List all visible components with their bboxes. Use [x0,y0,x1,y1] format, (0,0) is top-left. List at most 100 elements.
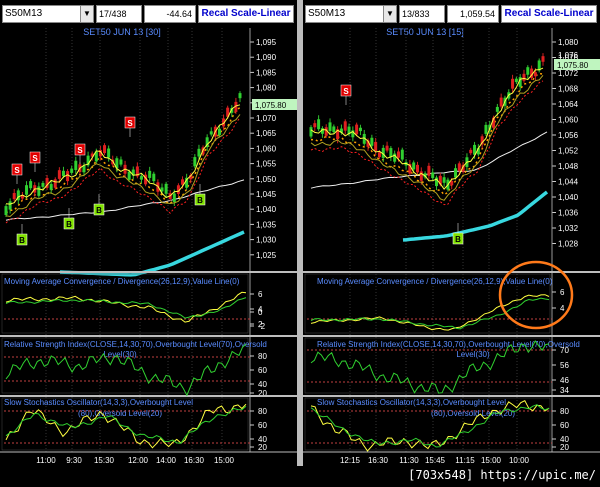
symbol-select-left[interactable]: S50M13 ▼ [2,5,94,23]
buy-signal-label: B [19,236,25,245]
chevron-down-icon[interactable]: ▼ [383,6,396,22]
symbol-value: S50M13 [308,8,346,19]
rsi-title-line: Level(30) [456,350,490,359]
time-tick-label: 12:00 [128,456,149,465]
time-tick-label: 15:00 [481,456,502,465]
candle-body [355,124,359,135]
price-tick-label: 1,060 [256,144,277,153]
candle-body [37,186,41,196]
sell-signal-label: S [14,166,20,175]
chart-canvas-right[interactable]: SET50 JUN 13 [15] 1,080 1,076 1,072 1,068 1,0… [303,0,600,466]
toolbar-left: S50M13 ▼ 17/438 -44.64 Recal Scale-Linea… [0,3,297,25]
candle-body [119,159,123,165]
candle-body [343,121,347,131]
subpanel-tick-label: 20 [560,443,569,452]
candle-body [25,185,29,195]
price-tick-label: 1,090 [256,53,277,62]
candle-body [469,149,473,154]
price-tick-label: 1,050 [256,175,277,184]
candle-body [385,145,389,151]
candle-body [70,168,74,173]
subpanel-tick-label: 80 [258,407,267,416]
macd-title-line: Moving Average Convergence / Divergence(… [317,277,553,286]
buy-signal-label: B [197,196,203,205]
sell-signal-label: S [77,146,83,155]
price-tick-label: 1,030 [256,236,277,245]
stoch-title-line: Slow Stochastics Oscillator(14,3,3),Over… [4,398,193,407]
buy-signal-label: B [455,235,461,244]
time-tick-label: 10:00 [509,456,530,465]
candle-body [374,141,378,151]
price-tick-label: 1,052 [558,147,579,156]
candle-body [172,193,176,202]
candle-body [389,148,393,158]
chart-canvas-left[interactable]: SET50 JUN 13 [30] 1,095 1,090 1,085 1,080 1,0… [0,0,297,466]
subpanel-tick-label: 6 [560,288,565,297]
rsi-title-line: Relative Strength Index(CLOSE,14,30,70),… [4,340,267,349]
macd-line [310,294,550,331]
candle-body [511,78,515,89]
candle-body [332,126,336,133]
chart-title: SET50 JUN 13 [15] [386,27,464,37]
time-tick-label: 12:15 [340,456,361,465]
time-tick-label: 9:30 [66,456,82,465]
subpanel-tick-label: 40 [258,380,267,389]
candle-body [454,168,458,178]
candle-body [127,171,131,180]
buy-signal-label: B [96,206,102,215]
recal-scale-button-left[interactable]: Recal Scale-Linear [198,5,294,23]
macd-signal-line [310,297,550,330]
footer: [703x548] https://upic.me/ [0,466,600,487]
time-tick-label: 11:15 [455,456,475,465]
price-tick-label: 1,040 [558,193,579,202]
bar-counter-right: 13/833 [399,5,445,23]
subpanel-tick-label: 60 [560,421,569,430]
time-tick-label: 11:00 [36,456,56,465]
price-tick-label: 1,028 [558,240,579,249]
candle-body [61,170,65,177]
candle-body [139,176,143,180]
candle-body [522,73,526,81]
candle-body [107,148,111,158]
rsi-title-line: Level(30) [103,350,137,359]
last-price-label: 1,075.80 [557,61,589,70]
candle-body [431,172,435,179]
price-readout-right: 1,059.54 [447,5,499,23]
sell-signal-label: S [127,119,133,128]
recal-scale-button-right[interactable]: Recal Scale-Linear [501,5,597,23]
candle-body [526,67,530,75]
subpanel-tick-label: 70 [560,346,569,355]
candle-body [49,184,53,190]
price-tick-label: 1,048 [558,162,579,171]
price-tick-label: 1,072 [558,69,579,78]
candle-body [309,127,313,137]
price-tick-label: 1,060 [558,116,579,125]
subpanel-tick-label: 60 [258,366,267,375]
candle-body [450,181,454,186]
price-tick-label: 1,044 [558,178,579,187]
subpanel-tick-label: 20 [258,443,267,452]
price-tick-label: 1,055 [256,160,277,169]
candle-body [377,152,381,158]
time-tick-label: 16:30 [184,456,205,465]
price-tick-label: 1,085 [256,68,277,77]
candle-body [370,137,374,146]
candle-body [148,170,152,178]
price-tick-label: 1,070 [256,114,277,123]
candle-body [238,93,242,99]
time-tick-label: 15:00 [214,456,235,465]
chart-title: SET50 JUN 13 [30] [83,27,161,37]
subpanel-tick-label: 80 [258,352,267,361]
subpanel-tick-label: 0 [258,308,263,317]
last-price-label: 1,075.80 [255,101,287,110]
candle-body [41,182,45,187]
price-tick-label: 1,045 [256,190,277,199]
symbol-select-right[interactable]: S50M13 ▼ [305,5,397,23]
subpanel-tick-label: 6 [258,290,263,299]
candle-body [209,131,213,135]
price-tick-label: 1,040 [256,205,277,214]
chevron-down-icon[interactable]: ▼ [80,6,93,22]
candle-body [53,179,57,188]
candle-body [541,56,545,62]
price-tick-label: 1,035 [256,220,277,229]
